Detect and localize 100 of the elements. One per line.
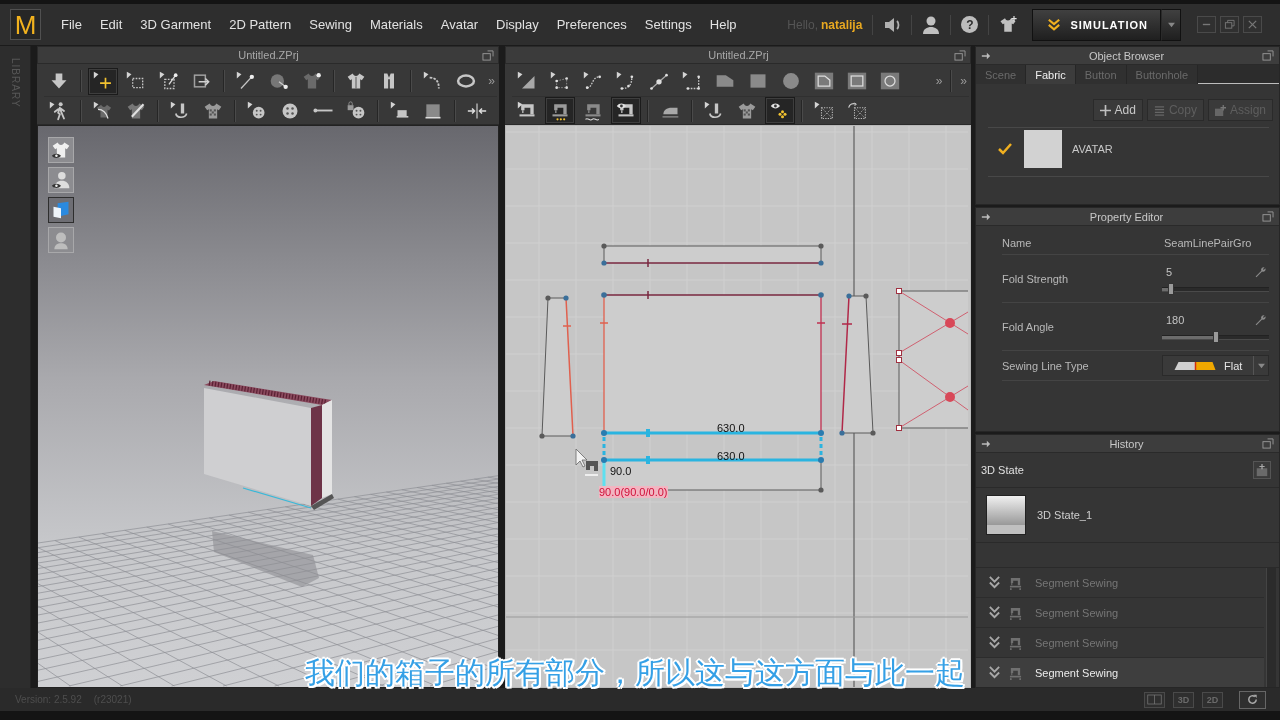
- tab[interactable]: Fabric: [1026, 65, 1076, 84]
- check-icon[interactable]: [998, 143, 1012, 155]
- restore-button[interactable]: [1220, 16, 1239, 33]
- pointer-pin-icon: [236, 71, 256, 91]
- menu-item[interactable]: Sewing: [300, 14, 361, 35]
- caret-icon: [1166, 21, 1176, 28]
- menu-item[interactable]: Materials: [360, 14, 432, 35]
- fabric-name[interactable]: AVATAR: [1072, 143, 1113, 155]
- square-icon: [748, 71, 768, 91]
- add-button[interactable]: Add: [1092, 99, 1143, 121]
- menu-item[interactable]: Preferences: [547, 14, 636, 35]
- slider-thumb[interactable]: [1212, 331, 1219, 343]
- down-arrow-icon: [49, 71, 69, 91]
- view-toggle-button[interactable]: [48, 137, 74, 163]
- panel-title: History: [1108, 437, 1145, 450]
- double-chevron-icon[interactable]: [988, 666, 1001, 679]
- more-tools-button[interactable]: »: [958, 74, 969, 88]
- layout-button[interactable]: [1144, 691, 1165, 708]
- state-thumbnail: [986, 495, 1026, 535]
- circle-icon: [781, 71, 801, 91]
- close-button[interactable]: [1243, 16, 1262, 33]
- value-field[interactable]: 5: [1162, 265, 1173, 278]
- fabric-sheets-icon: [51, 200, 71, 220]
- sewing-machine-icon: [1009, 635, 1022, 650]
- flat-seam-icon: [1173, 359, 1218, 372]
- user-icon[interactable]: [922, 14, 941, 35]
- view-toggle-button[interactable]: [48, 167, 74, 193]
- arrow-icon[interactable]: [981, 50, 991, 61]
- lines-icon: [1153, 104, 1165, 116]
- ring-icon: [456, 71, 476, 91]
- sewing-machine-icon: [1009, 665, 1022, 680]
- pointer-corner-icon: [682, 71, 702, 91]
- menu-item[interactable]: Settings: [635, 14, 701, 35]
- box-plus-icon: [1255, 463, 1269, 477]
- double-chevron-icon[interactable]: [988, 606, 1001, 619]
- history-state[interactable]: 3D State_1: [976, 488, 1279, 543]
- menu-item[interactable]: Help: [700, 14, 746, 35]
- refresh-button[interactable]: [1239, 690, 1266, 709]
- value-field[interactable]: 180: [1162, 313, 1185, 326]
- length-label: 630.0: [717, 450, 745, 462]
- pattern-piece[interactable]: [601, 243, 824, 268]
- rotate-dotted-square-icon: [847, 100, 867, 121]
- person-eye-icon: [51, 170, 71, 190]
- view-toggle-button[interactable]: [48, 227, 74, 253]
- menu-item[interactable]: Avatar: [431, 14, 488, 35]
- add-state-button[interactable]: [1253, 461, 1271, 479]
- angle-label: 90.0(90.0/0.0): [599, 486, 668, 498]
- view-toggle-button[interactable]: [48, 197, 74, 223]
- arrow-icon[interactable]: [981, 211, 991, 222]
- refresh-icon: [1246, 693, 1259, 706]
- line-point-icon: [649, 71, 669, 91]
- scrollbar[interactable]: [1266, 568, 1276, 687]
- double-chevron-icon[interactable]: [988, 576, 1001, 589]
- double-chevron-icon[interactable]: [988, 636, 1001, 649]
- sewing-machine-icon: [1009, 605, 1022, 620]
- menu-item[interactable]: 3D Garment: [131, 14, 221, 35]
- app-logo: M: [10, 9, 41, 40]
- pointer-sewing-foot-icon: [704, 100, 724, 121]
- more-tools-button[interactable]: »: [933, 74, 945, 88]
- help-button[interactable]: ?: [961, 16, 979, 33]
- simulation-button[interactable]: SIMULATION: [1032, 8, 1161, 41]
- seam-connector-line: [819, 437, 823, 456]
- wrench-icon[interactable]: [1254, 313, 1267, 326]
- undock-icon[interactable]: [482, 49, 494, 61]
- slider-thumb[interactable]: [1167, 283, 1174, 295]
- pointer-bend-icon: [616, 71, 636, 91]
- pattern-piece[interactable]: [539, 295, 576, 439]
- window-title: Untitled.ZPrj: [707, 49, 770, 61]
- wrench-icon[interactable]: [1254, 265, 1267, 278]
- menu-item[interactable]: 2D Pattern: [220, 14, 301, 35]
- property-label: Name: [1002, 237, 1033, 249]
- tool-button[interactable]: [611, 97, 641, 124]
- pointer-curve-icon: [423, 71, 443, 91]
- tool-button[interactable]: [545, 97, 575, 124]
- pattern-piece[interactable]: [896, 288, 969, 431]
- tool-button[interactable]: [765, 97, 795, 124]
- double-chevron-icon: [1047, 18, 1062, 31]
- history-item[interactable]: Segment Sewing: [976, 658, 1264, 687]
- shirt-plus-icon[interactable]: [999, 14, 1018, 35]
- menu-item[interactable]: File: [52, 14, 91, 35]
- menu-item[interactable]: Display: [487, 14, 548, 35]
- panel-title: Object Browser: [1087, 49, 1166, 62]
- caret-icon: [1256, 362, 1266, 369]
- mode-dropdown-button[interactable]: [1161, 8, 1181, 41]
- pattern-piece[interactable]: [839, 293, 876, 436]
- section-title: 3D State: [981, 464, 1025, 476]
- sewing-cursor-icon: [584, 461, 599, 476]
- more-tools-button[interactable]: »: [486, 74, 497, 88]
- tool-button[interactable]: [88, 67, 118, 95]
- person-silhouette-icon: [51, 230, 71, 250]
- menu-item[interactable]: Edit: [90, 14, 132, 35]
- panel-title: Property Editor: [1088, 210, 1165, 223]
- plus-icon: [1099, 104, 1111, 116]
- arrow-icon[interactable]: [981, 438, 991, 449]
- sewing-line-type-dropdown[interactable]: Flat: [1162, 355, 1269, 376]
- undock-icon[interactable]: [1262, 211, 1274, 222]
- line-icon: [313, 108, 333, 113]
- undock-icon[interactable]: [1262, 438, 1274, 449]
- undock-icon[interactable]: [954, 49, 966, 61]
- undock-icon[interactable]: [1262, 50, 1274, 61]
